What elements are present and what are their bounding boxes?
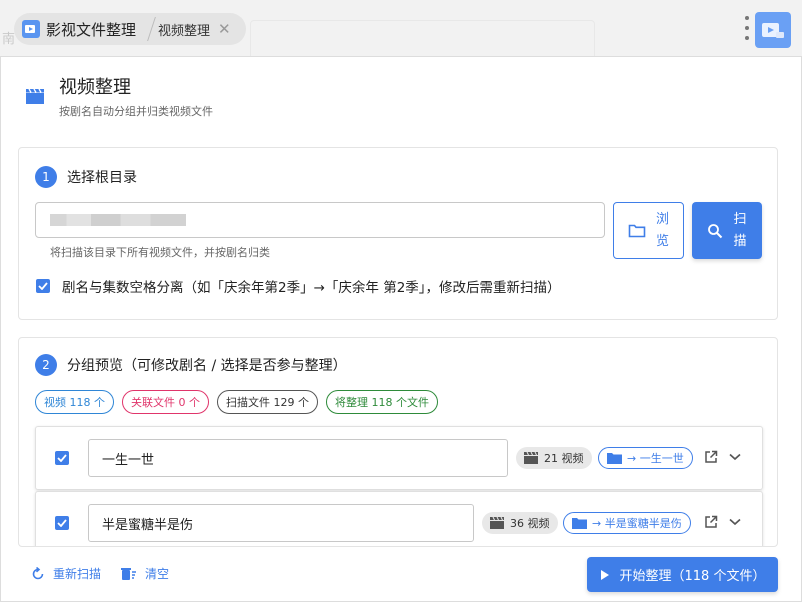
rescan-button[interactable]: 重新扫描: [31, 565, 101, 582]
separate-option-label: 剧名与集数空格分离（如「庆余年第2季」→「庆余年 第2季」，修改后需重新扫描）: [62, 280, 561, 296]
dialog-footer: 重新扫描 清空 开始整理（118 个文件）: [1, 547, 801, 601]
check-icon: [57, 519, 67, 527]
step1-heading: 1 选择根目录: [35, 166, 137, 188]
refresh-icon: [32, 566, 44, 579]
blurred-path-value: [50, 214, 186, 226]
group-name-input[interactable]: 一生一世: [88, 439, 508, 477]
clapperboard-icon: [524, 452, 538, 464]
app-logo-icon: [22, 20, 40, 38]
separate-option[interactable]: 剧名与集数空格分离（如「庆余年第2季」→「庆余年 第2季」，修改后需重新扫描）: [36, 276, 561, 296]
tab-video-organize[interactable]: 视频整理 ✕: [158, 20, 231, 39]
chip-scanned-files: 扫描文件 129 个: [217, 390, 318, 414]
group-row: 半是蜜糖半是伤 36 视频 → 半是蜜糖半是伤: [35, 491, 763, 546]
chip-to-organize: 将整理 118 个文件: [326, 390, 438, 414]
chip-related-files: 关联文件 0 个: [122, 390, 209, 414]
app-logo-large-icon: [755, 12, 791, 48]
clear-button[interactable]: 清空: [121, 565, 169, 582]
folder-icon: [628, 224, 646, 238]
step1-title: 选择根目录: [67, 170, 137, 186]
chip-videos: 视频 118 个: [35, 390, 114, 414]
open-external-icon[interactable]: [702, 448, 720, 466]
clear-icon: [121, 567, 136, 580]
step2-title: 分组预览（可修改剧名 / 选择是否参与整理）: [67, 358, 347, 374]
tab-group: 影视文件整理 视频整理 ✕: [14, 13, 246, 45]
step2-number: 2: [35, 354, 57, 376]
video-count-badge: 36 视频: [482, 512, 558, 534]
tab-app[interactable]: 影视文件整理: [14, 13, 144, 45]
start-organize-button[interactable]: 开始整理（118 个文件）: [587, 557, 778, 592]
tab-label: 视频整理: [158, 23, 211, 39]
play-icon: [600, 569, 609, 580]
step1-number: 1: [35, 166, 57, 188]
group-checkbox[interactable]: [55, 451, 69, 465]
root-path-hint: 将扫描该目录下所有视频文件，并按剧名归类: [50, 246, 270, 259]
target-folder-chip[interactable]: → 半是蜜糖半是伤: [563, 512, 691, 534]
target-folder-label: → 一生一世: [627, 452, 684, 465]
target-folder-label: → 半是蜜糖半是伤: [592, 517, 682, 530]
root-path-input[interactable]: [35, 202, 605, 238]
more-menu-icon[interactable]: [744, 16, 750, 40]
folder-icon: [607, 453, 622, 464]
browse-button[interactable]: 浏 览: [613, 202, 684, 259]
video-count: 36 视频: [510, 517, 550, 530]
group-row: 一生一世 21 视频 → 一生一世: [35, 426, 763, 490]
group-checkbox[interactable]: [55, 516, 69, 530]
folder-icon: [572, 518, 587, 529]
target-folder-chip[interactable]: → 一生一世: [598, 447, 693, 469]
group-name-input[interactable]: 半是蜜糖半是伤: [88, 504, 474, 542]
clapperboard-icon: [26, 88, 44, 104]
close-icon[interactable]: ✕: [218, 21, 231, 37]
chevron-down-icon[interactable]: [726, 513, 744, 531]
step1-card: 1 选择根目录 将扫描该目录下所有视频文件，并按剧名归类 浏 览 扫 描 剧名与: [18, 147, 778, 320]
scan-label-line1: 扫: [733, 211, 747, 227]
scan-label-line2: 描: [733, 233, 747, 249]
dialog-header: 视频整理 按剧名自动分组并归类视频文件: [25, 73, 213, 119]
scan-button[interactable]: 扫 描: [692, 202, 762, 259]
video-count-badge: 21 视频: [516, 447, 592, 469]
step2-card: 2 分组预览（可修改剧名 / 选择是否参与整理） 视频 118 个 关联文件 0…: [18, 337, 778, 547]
chevron-down-icon[interactable]: [726, 448, 744, 466]
step2-heading: 2 分组预览（可修改剧名 / 选择是否参与整理）: [35, 354, 347, 376]
video-organize-dialog: 视频整理 按剧名自动分组并归类视频文件 1 选择根目录 将扫描该目录下所有视频文…: [0, 56, 802, 602]
check-icon: [57, 454, 67, 462]
browse-label: 浏 览: [656, 209, 669, 253]
browse-label-line2: 览: [655, 233, 669, 249]
separate-checkbox[interactable]: [36, 279, 50, 293]
clapperboard-icon: [490, 517, 504, 529]
dialog-subtitle: 按剧名自动分组并归类视频文件: [59, 105, 213, 118]
scan-label: 扫 描: [733, 209, 746, 253]
dialog-title: 视频整理: [59, 77, 131, 98]
video-count: 21 视频: [544, 452, 584, 465]
start-organize-label: 开始整理（118 个文件）: [619, 569, 766, 584]
rescan-label: 重新扫描: [53, 567, 102, 581]
app-title: 影视文件整理: [46, 20, 137, 39]
search-icon: [708, 223, 723, 238]
check-icon: [38, 282, 48, 290]
open-external-icon[interactable]: [702, 513, 720, 531]
browse-label-line1: 浏: [655, 211, 669, 227]
stats-chips: 视频 118 个 关联文件 0 个 扫描文件 129 个 将整理 118 个文件: [35, 390, 438, 414]
tab-bar: 影视文件整理 视频整理 ✕: [0, 0, 802, 56]
clear-label: 清空: [145, 567, 170, 581]
